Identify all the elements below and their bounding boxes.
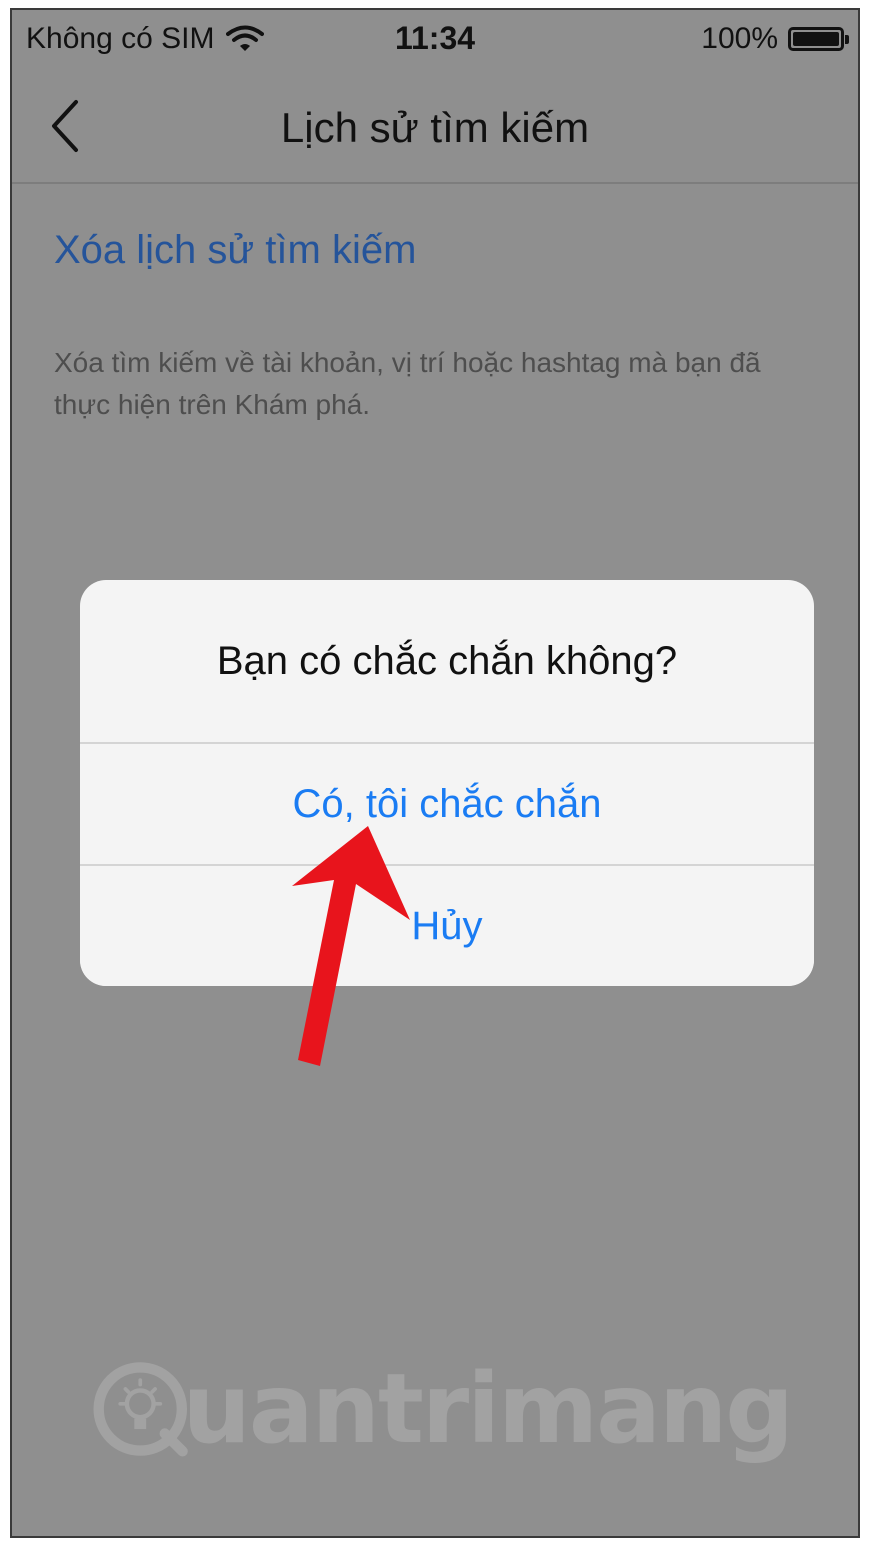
battery-icon (788, 27, 849, 51)
confirm-button[interactable]: Có, tôi chắc chắn (80, 744, 814, 866)
battery-percent: 100% (701, 22, 778, 55)
clear-search-history-link[interactable]: Xóa lịch sử tìm kiếm (54, 228, 416, 273)
battery-level-fill (793, 32, 839, 46)
battery-status: 100% (701, 22, 849, 56)
cancel-button[interactable]: Hủy (80, 866, 814, 986)
page-title: Lịch sử tìm kiếm (280, 104, 590, 151)
watermark-brand-text: uantrimang (182, 1353, 794, 1465)
red-arrow-annotation-icon (292, 826, 410, 1066)
watermark: uantrimang (92, 1344, 794, 1474)
phone-screen: Không có SIM 11:34 100% Lịch sử tìm kiếm… (10, 8, 860, 1538)
clear-history-description: Xóa tìm kiếm về tài khoản, vị trí hoặc h… (54, 347, 761, 420)
lightbulb-logo-icon (93, 1362, 188, 1457)
dialog-title: Bạn có chắc chắn không? (80, 580, 814, 744)
confirm-dialog: Bạn có chắc chắn không? Có, tôi chắc chắ… (80, 580, 814, 986)
status-bar: Không có SIM 11:34 100% (12, 10, 858, 72)
navigation-bar: Lịch sử tìm kiếm (12, 72, 858, 184)
